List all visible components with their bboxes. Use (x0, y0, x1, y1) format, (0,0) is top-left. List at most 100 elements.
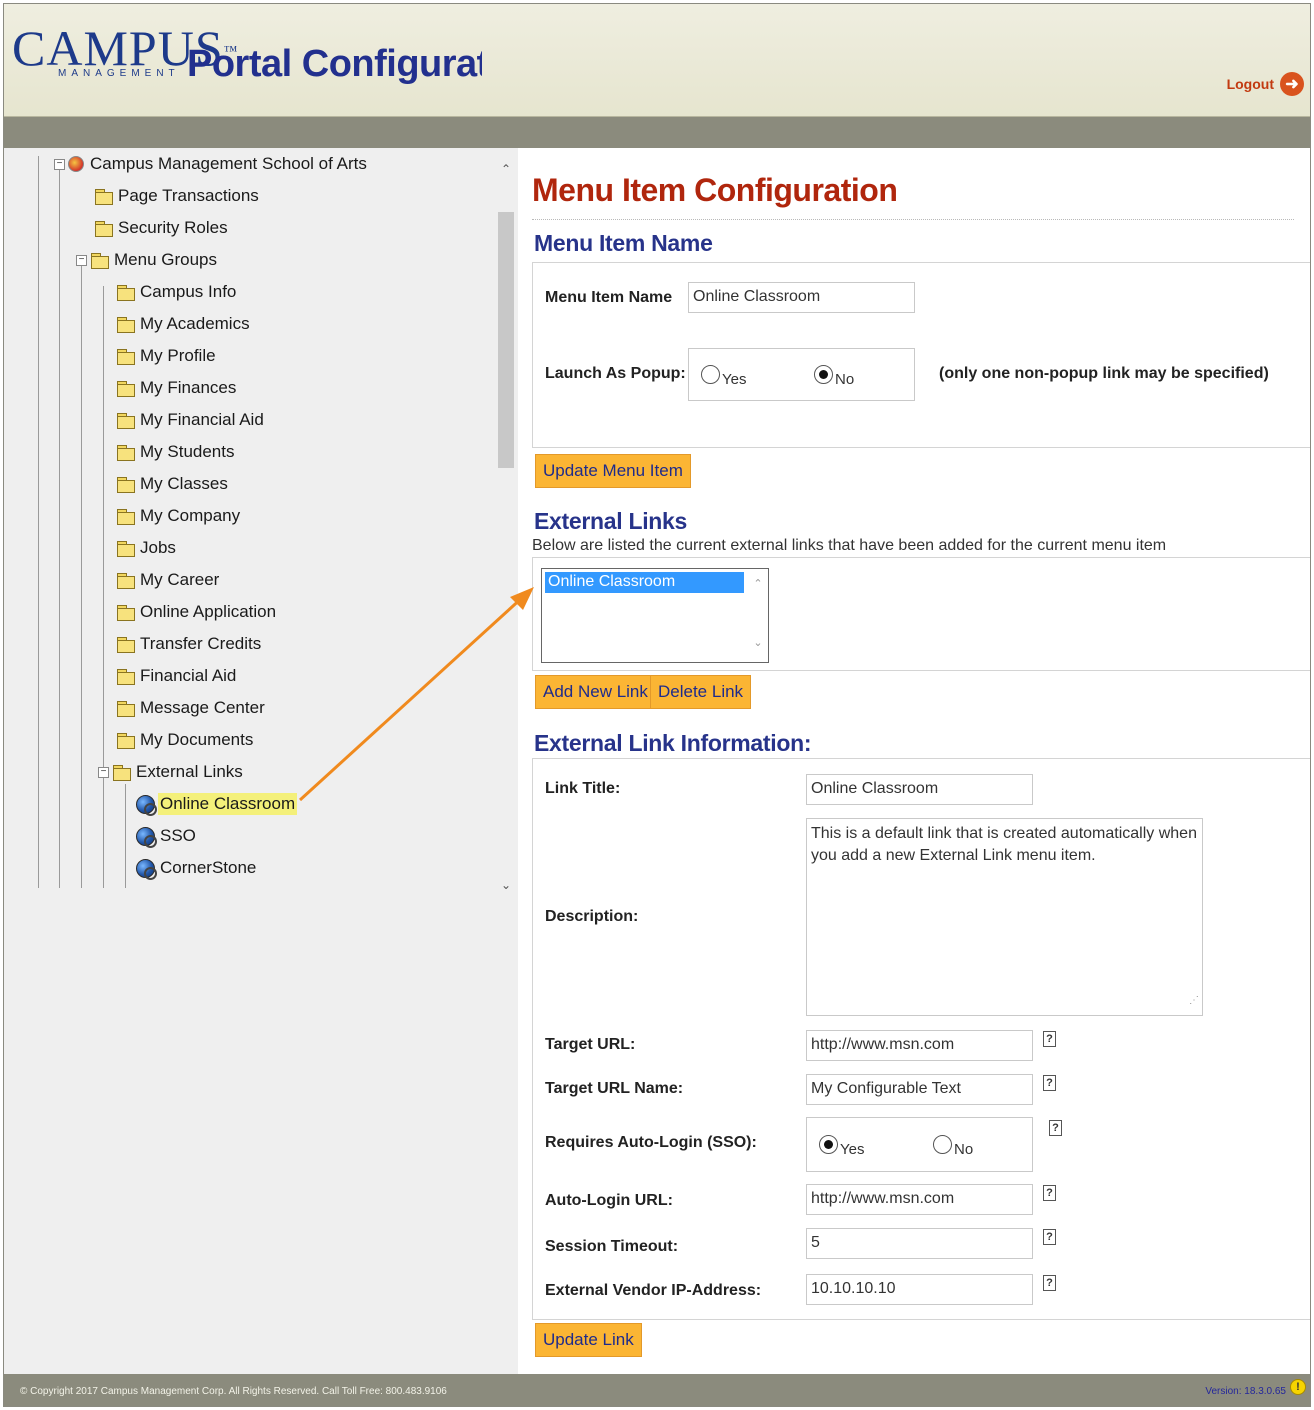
title-divider (532, 219, 1294, 220)
auto-login-no-radio[interactable]: No (933, 1135, 973, 1158)
tree-node-online-classroom[interactable]: Online Classroom (136, 792, 298, 816)
tree-node-online-application[interactable]: Online Application (116, 600, 278, 624)
external-links-note: Below are listed the current external li… (532, 537, 1167, 554)
radio-label: Yes (722, 371, 747, 388)
tree-node-page-transactions[interactable]: Page Transactions (94, 184, 261, 208)
external-link-info-panel: Link Title: Online Classroom Description… (532, 758, 1310, 1320)
tree-node-my-classes[interactable]: My Classes (116, 472, 230, 496)
collapse-icon[interactable]: − (98, 766, 109, 778)
update-link-button[interactable]: Update Link (535, 1323, 642, 1357)
vendor-ip-input[interactable]: 10.10.10.10 (806, 1274, 1033, 1305)
scroll-up-icon[interactable]: ⌃ (751, 577, 765, 590)
tree-guide-line (103, 286, 104, 888)
menu-item-panel: Menu Item Name Online Classroom Launch A… (532, 262, 1310, 448)
header-band (4, 117, 1310, 148)
tree-guide-line (125, 784, 126, 888)
menu-item-name-input[interactable]: Online Classroom (688, 282, 915, 313)
delete-link-button[interactable]: Delete Link (650, 675, 752, 709)
listbox-scrollbar[interactable]: ⌃ ⌄ (751, 577, 765, 649)
tree-node-menu-groups[interactable]: − Menu Groups (76, 248, 219, 272)
help-icon[interactable]: ? (1043, 1031, 1056, 1047)
tree-node-financial-aid[interactable]: Financial Aid (116, 664, 238, 688)
folder-icon (90, 252, 109, 269)
tree-node-my-academics[interactable]: My Academics (116, 312, 252, 336)
auto-login-yes-radio[interactable]: Yes (819, 1135, 864, 1158)
scroll-down-icon[interactable]: ⌄ (499, 878, 513, 892)
target-url-label: Target URL: (545, 1036, 636, 1053)
collapse-icon[interactable]: − (54, 158, 65, 170)
tree-node-label: Menu Groups (114, 250, 217, 269)
radio-on-icon (814, 365, 833, 384)
session-timeout-input[interactable]: 5 (806, 1228, 1033, 1259)
tree-node-jobs[interactable]: Jobs (116, 536, 178, 560)
add-new-link-button[interactable]: Add New Link (535, 675, 656, 709)
version-link[interactable]: Version: 18.3.0.65 (1205, 1386, 1286, 1397)
tree-scrollbar[interactable]: ⌃ ⌄ (494, 148, 518, 896)
tree-node-campus-info[interactable]: Campus Info (116, 280, 238, 304)
tree-node-sso[interactable]: SSO (136, 824, 198, 848)
tree-node-label: CornerStone (160, 858, 257, 877)
tree-node-label: Financial Aid (140, 666, 237, 685)
tree-node-label: My Documents (140, 730, 254, 749)
tree-node-my-profile[interactable]: My Profile (116, 344, 218, 368)
popup-radio-group: Yes No (688, 348, 915, 401)
tree-node-cornerstone[interactable]: CornerStone (136, 856, 258, 880)
tree-node-security-roles[interactable]: Security Roles (94, 216, 230, 240)
tree-node-school[interactable]: − Campus Management School of Arts (54, 152, 369, 176)
help-icon[interactable]: ? (1043, 1229, 1056, 1245)
tree-node-transfer-credits[interactable]: Transfer Credits (116, 632, 263, 656)
tree-node-my-company[interactable]: My Company (116, 504, 242, 528)
navigation-tree: − Campus Management School of Arts Page … (4, 148, 494, 898)
copyright-text: © Copyright 2017 Campus Management Corp.… (20, 1386, 447, 1397)
update-menu-item-button[interactable]: Update Menu Item (535, 454, 691, 488)
header: CAMPUS™ MANAGEMENT Portal Configuratio L… (4, 4, 1310, 117)
help-icon[interactable]: ? (1049, 1120, 1062, 1136)
tree-node-message-center[interactable]: Message Center (116, 696, 267, 720)
target-url-name-input[interactable]: My Configurable Text (806, 1074, 1033, 1105)
tree-node-my-career[interactable]: My Career (116, 568, 221, 592)
warning-icon[interactable]: ! (1290, 1379, 1306, 1395)
tree-node-my-documents[interactable]: My Documents (116, 728, 255, 752)
folder-icon (116, 540, 135, 557)
target-url-name-label: Target URL Name: (545, 1080, 684, 1097)
description-label: Description: (545, 908, 639, 925)
folder-icon (116, 476, 135, 493)
scroll-thumb[interactable] (498, 212, 514, 468)
external-links-listbox[interactable]: Online Classroom ⌃ ⌄ (541, 568, 769, 663)
tree-node-label: Transfer Credits (140, 634, 262, 653)
tree-node-my-students[interactable]: My Students (116, 440, 237, 464)
popup-yes-radio[interactable]: Yes (701, 365, 746, 388)
popup-no-radio[interactable]: No (814, 365, 854, 388)
radio-off-icon (701, 365, 720, 384)
folder-icon (116, 732, 135, 749)
auto-login-url-input[interactable]: http://www.msn.com (806, 1184, 1033, 1215)
target-url-input[interactable]: http://www.msn.com (806, 1030, 1033, 1061)
help-icon[interactable]: ? (1043, 1185, 1056, 1201)
tree-node-external-links[interactable]: − External Links (98, 760, 245, 784)
description-textarea[interactable]: This is a default link that is created a… (806, 818, 1203, 1016)
tree-node-label: Message Center (140, 698, 265, 717)
tree-guide-line (59, 162, 60, 888)
resize-grip-icon[interactable]: ⋰ (1189, 990, 1199, 1012)
tree-node-label: Campus Management School of Arts (90, 154, 367, 173)
list-item-online-classroom[interactable]: Online Classroom (545, 572, 744, 593)
scroll-up-icon[interactable]: ⌃ (499, 162, 513, 176)
logout-label: Logout (1226, 76, 1274, 92)
description-text: This is a default link that is created a… (811, 825, 1197, 864)
auto-login-radio-group: Yes No (806, 1117, 1033, 1172)
folder-icon (116, 636, 135, 653)
menu-item-name-heading: Menu Item Name (534, 230, 713, 256)
help-icon[interactable]: ? (1043, 1275, 1056, 1291)
folder-icon (116, 668, 135, 685)
folder-icon (116, 572, 135, 589)
folder-icon (112, 764, 131, 781)
app-title: Portal Configuratio (187, 43, 482, 85)
tree-node-my-finances[interactable]: My Finances (116, 376, 238, 400)
collapse-icon[interactable]: − (76, 254, 87, 266)
help-icon[interactable]: ? (1043, 1075, 1056, 1091)
logout-arrow-icon: ➜ (1280, 72, 1304, 96)
tree-node-my-financial-aid[interactable]: My Financial Aid (116, 408, 266, 432)
scroll-down-icon[interactable]: ⌄ (751, 636, 765, 649)
logout-button[interactable]: Logout ➜ (1227, 72, 1304, 96)
link-title-input[interactable]: Online Classroom (806, 774, 1033, 805)
